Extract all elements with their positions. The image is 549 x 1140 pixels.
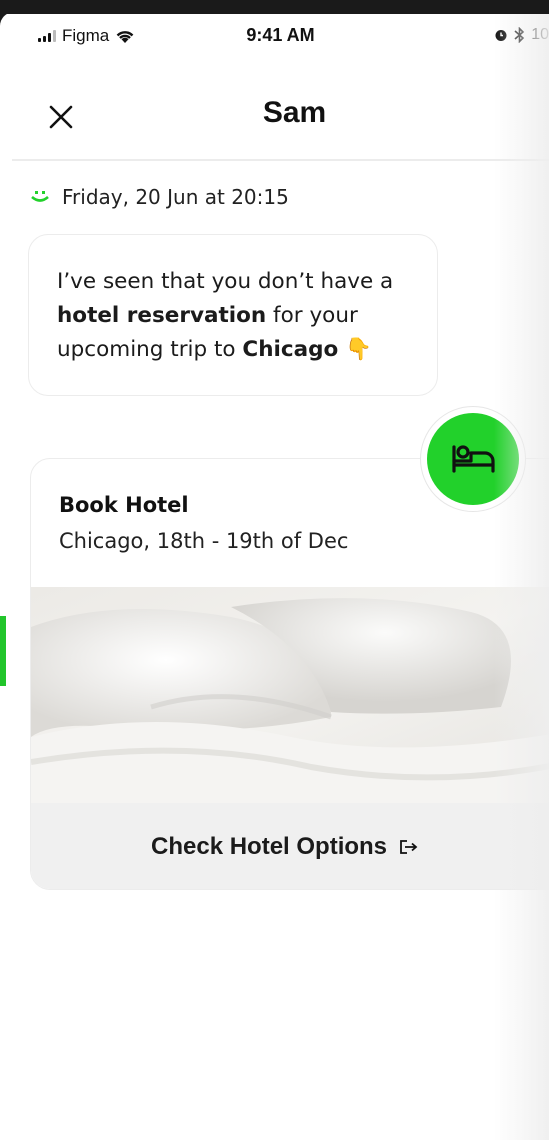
- side-accent: [0, 616, 6, 686]
- card-subtitle: Chicago, 18th - 19th of Dec: [59, 529, 349, 553]
- hotel-bed-image: [31, 587, 549, 803]
- bed-badge: [420, 406, 526, 512]
- battery-level: 10: [531, 26, 549, 43]
- status-right: 10: [494, 26, 549, 44]
- badge-fill: [427, 413, 519, 505]
- bot-face-icon: [31, 191, 49, 202]
- exit-arrow-icon: [400, 840, 418, 854]
- check-hotel-options-button[interactable]: Check Hotel Options: [151, 833, 419, 861]
- pointing-down-emoji: 👇: [345, 337, 372, 362]
- status-time: 9:41 AM: [246, 25, 315, 45]
- bed-icon: [452, 445, 495, 473]
- alarm-icon: [495, 30, 507, 41]
- device-bezel: [0, 0, 549, 14]
- card-footer: Check Hotel Options: [31, 803, 549, 889]
- card-title: Book Hotel: [59, 493, 189, 517]
- message-bubble: I’ve seen that you don’t have a hotel re…: [28, 234, 438, 396]
- message-date: Friday, 20 Jun at 20:15: [62, 185, 289, 209]
- message-bold-hotel: hotel reservation: [57, 303, 267, 328]
- message-timestamp-row: Friday, 20 Jun at 20:15: [30, 185, 289, 209]
- chat-header: Sam: [12, 74, 549, 161]
- cta-label: Check Hotel Options: [151, 833, 388, 860]
- status-bar: Figma 9:41 AM 10: [12, 14, 549, 56]
- message-text-1: I’ve seen that you don’t have a: [57, 269, 394, 294]
- message-bold-city: Chicago: [242, 337, 339, 362]
- phone-frame: Figma 9:41 AM 10 Sam Friday, 20 Jun at 2…: [0, 0, 549, 1140]
- page-title: Sam: [262, 96, 327, 129]
- bluetooth-icon: [514, 27, 525, 43]
- book-hotel-card[interactable]: Book Hotel Chicago, 18th - 19th of Dec C…: [30, 458, 549, 890]
